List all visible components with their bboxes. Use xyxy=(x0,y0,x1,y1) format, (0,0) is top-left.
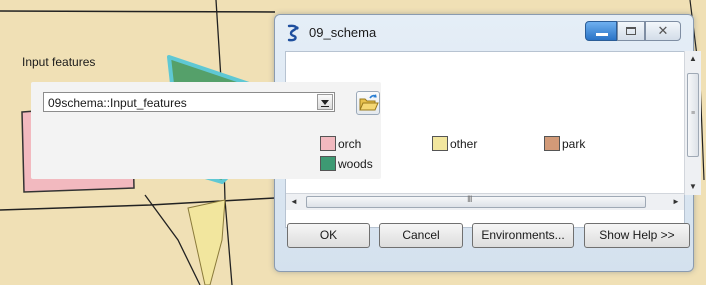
title-bar[interactable]: 09_schema ✕ xyxy=(275,15,693,51)
vertical-scrollbar[interactable]: ▲ ≡ ▼ xyxy=(684,51,701,195)
ok-button[interactable]: OK xyxy=(287,223,370,248)
input-features-label: Input features xyxy=(22,55,96,69)
grip-icon: III xyxy=(467,194,472,204)
legend-swatch xyxy=(432,136,448,151)
tool-script-icon xyxy=(287,24,299,42)
close-icon: ✕ xyxy=(657,23,669,38)
browse-button[interactable] xyxy=(356,91,380,115)
input-features-dropdown[interactable]: 09schema::Input_features xyxy=(43,92,335,112)
legend-swatch xyxy=(320,156,336,171)
scroll-up-arrow-icon[interactable]: ▲ xyxy=(685,51,701,67)
environments-button[interactable]: Environments... xyxy=(472,223,574,248)
map-boundary-line xyxy=(0,10,276,13)
minimize-icon xyxy=(596,33,608,36)
vertical-scroll-thumb[interactable]: ≡ xyxy=(687,73,699,157)
legend-swatch xyxy=(544,136,560,151)
dialog-title: 09_schema xyxy=(309,25,377,40)
input-features-value: 09schema::Input_features xyxy=(48,96,187,110)
legend-label: woods xyxy=(338,157,373,171)
horizontal-scroll-thumb[interactable]: III xyxy=(306,194,646,208)
legend-label: park xyxy=(562,137,586,151)
horizontal-scrollbar[interactable]: ◄ III ► xyxy=(286,193,684,210)
minimize-button[interactable] xyxy=(585,21,617,41)
legend-label: orch xyxy=(338,137,362,151)
close-button[interactable]: ✕ xyxy=(645,21,681,41)
legend-label: other xyxy=(450,137,478,151)
maximize-icon xyxy=(626,27,636,35)
show-help-button[interactable]: Show Help >> xyxy=(584,223,690,248)
legend-swatch xyxy=(320,136,336,151)
dropdown-arrow-icon[interactable] xyxy=(317,94,333,110)
scroll-down-arrow-icon[interactable]: ▼ xyxy=(685,179,701,195)
open-folder-icon xyxy=(359,94,379,111)
maximize-button[interactable] xyxy=(617,21,645,41)
grip-icon: ≡ xyxy=(691,110,696,117)
scroll-left-arrow-icon[interactable]: ◄ xyxy=(286,194,302,210)
cancel-button[interactable]: Cancel xyxy=(379,223,463,248)
scroll-right-arrow-icon[interactable]: ► xyxy=(668,194,684,210)
